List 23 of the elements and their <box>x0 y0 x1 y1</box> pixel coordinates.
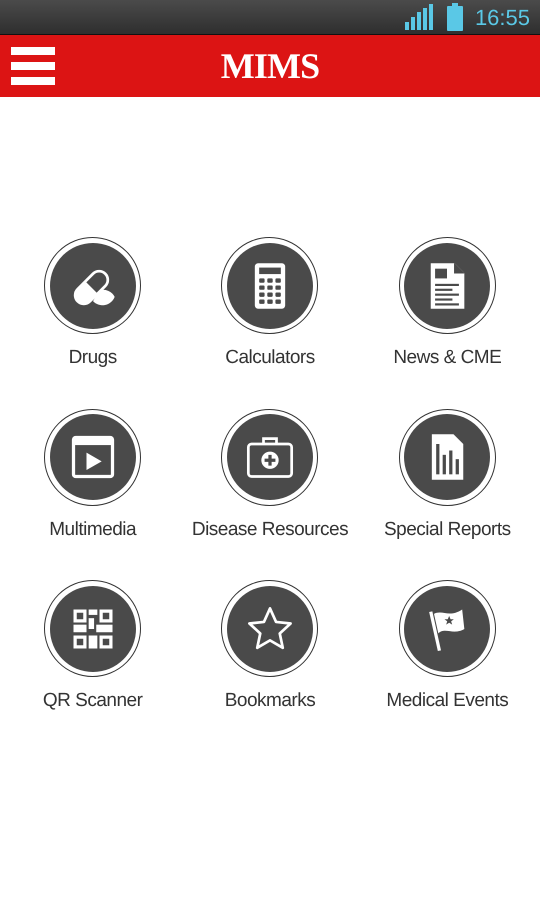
tile-label: Bookmarks <box>224 689 316 713</box>
app-title: MIMS <box>220 45 320 88</box>
battery-icon <box>446 3 463 31</box>
tile-label: News & CME <box>393 346 502 370</box>
tile-label: Calculators <box>225 346 315 370</box>
tile-label: Disease Resources <box>192 518 348 542</box>
menu-button[interactable] <box>11 47 55 85</box>
menu-tile[interactable]: Multimedia <box>4 408 182 544</box>
tile-label: QR Scanner <box>42 689 142 713</box>
menu-tile[interactable]: QR Scanner <box>4 580 182 716</box>
clock: 16:55 <box>474 4 530 32</box>
tile-label: Medical Events <box>386 689 508 713</box>
tile-label: Drugs <box>68 346 117 370</box>
menu-tile[interactable]: Drugs <box>4 237 182 372</box>
signal-icon <box>404 4 433 30</box>
menu-tile[interactable]: Special Reports <box>358 408 536 544</box>
tile-label: Special Reports <box>384 518 511 542</box>
menu-tile[interactable]: Bookmarks <box>181 580 359 716</box>
menu-tile[interactable]: Disease Resources <box>181 408 359 544</box>
menu-tile[interactable]: Medical Events <box>358 580 536 716</box>
menu-tile[interactable]: News & CME <box>358 237 536 372</box>
tile-label: Multimedia <box>49 518 136 542</box>
menu-tile[interactable]: Calculators <box>181 237 359 372</box>
